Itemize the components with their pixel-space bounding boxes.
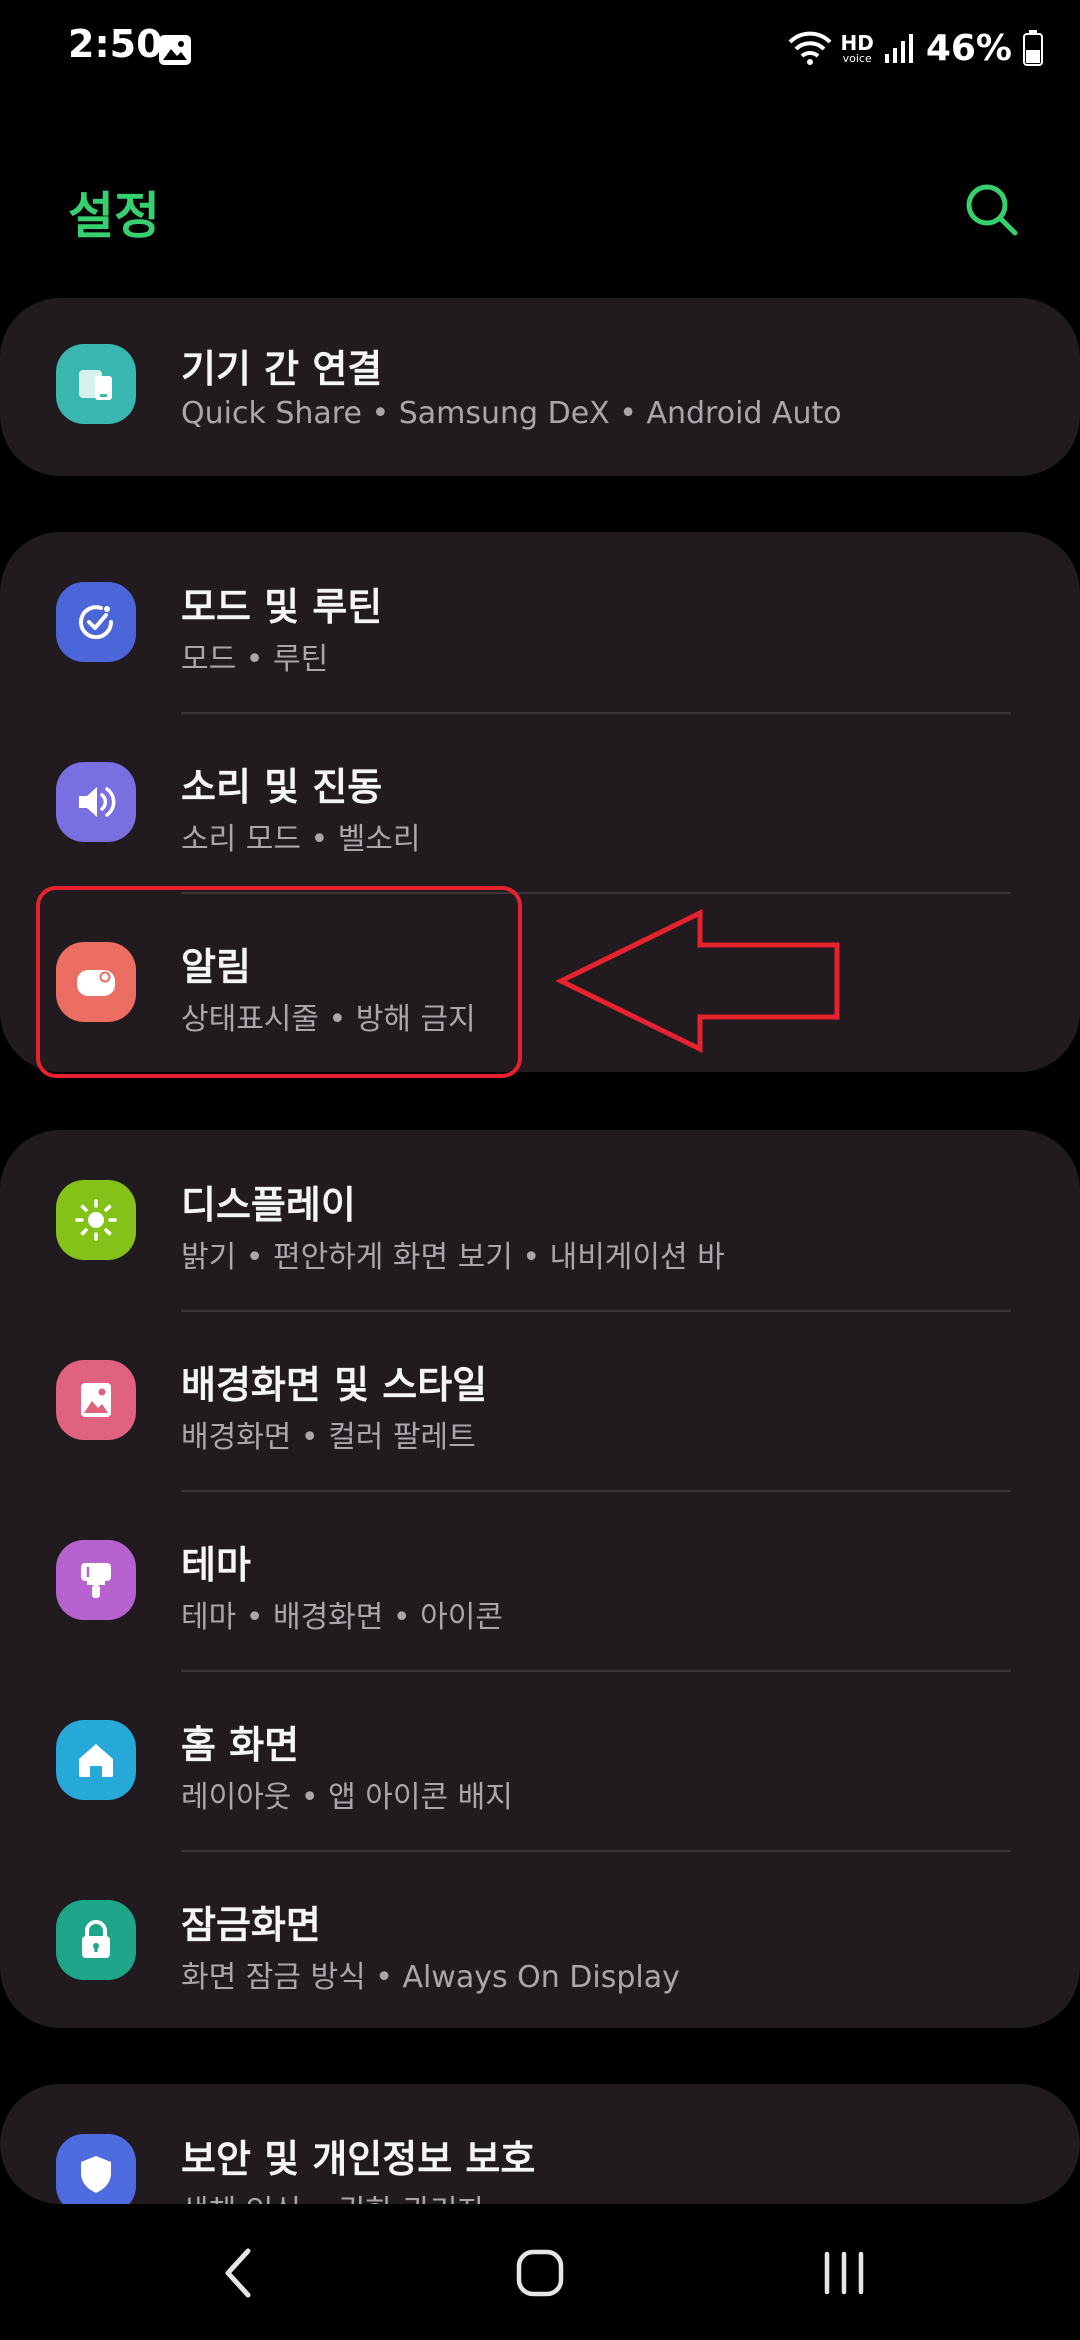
item-title: 배경화면 및 스타일 bbox=[181, 1363, 488, 1407]
settings-item-connected-devices[interactable]: 기기 간 연결 Quick Share • Samsung DeX • Andr… bbox=[0, 298, 1080, 476]
shield-icon bbox=[56, 2134, 136, 2204]
item-subtitle: 테마 • 배경화면 • 아이콘 bbox=[181, 1600, 503, 1635]
settings-item-sound[interactable]: 소리 및 진동 소리 모드 • 벨소리 bbox=[0, 712, 1080, 892]
item-title: 소리 및 진동 bbox=[181, 765, 383, 809]
battery-percent: 46% bbox=[925, 27, 1012, 69]
item-subtitle: 모드 • 루틴 bbox=[181, 642, 329, 677]
display-icon bbox=[56, 1180, 136, 1260]
sound-icon bbox=[56, 762, 136, 842]
navigation-bar bbox=[0, 2205, 1080, 2340]
settings-item-home-screen[interactable]: 홈 화면 레이아웃 • 앱 아이콘 배지 bbox=[0, 1670, 1080, 1850]
home-button[interactable] bbox=[460, 2205, 620, 2340]
voice-label: voice bbox=[842, 51, 872, 65]
red-arrow-icon bbox=[555, 908, 840, 1054]
recents-button[interactable] bbox=[764, 2205, 924, 2340]
gallery-icon bbox=[159, 35, 191, 65]
item-title: 보안 및 개인정보 보호 bbox=[181, 2137, 536, 2181]
item-title: 테마 bbox=[181, 1543, 251, 1587]
hd-voice-icon: HD voice bbox=[840, 33, 873, 64]
settings-item-modes-routines[interactable]: 모드 및 루틴 모드 • 루틴 bbox=[0, 532, 1080, 712]
settings-item-wallpaper[interactable]: 배경화면 및 스타일 배경화면 • 컬러 팔레트 bbox=[0, 1310, 1080, 1490]
search-button[interactable] bbox=[958, 176, 1028, 246]
item-subtitle: Quick Share • Samsung DeX • Android Auto bbox=[181, 396, 842, 431]
item-subtitle: 소리 모드 • 벨소리 bbox=[181, 822, 421, 857]
settings-item-lock-screen[interactable]: 잠금화면 화면 잠금 방식 • Always On Display bbox=[0, 1850, 1080, 2028]
item-subtitle: 화면 잠금 방식 • Always On Display bbox=[181, 1960, 680, 1995]
settings-card-display-personalization: 디스플레이 밝기 • 편안하게 화면 보기 • 내비게이션 바 배경화면 및 스… bbox=[0, 1130, 1080, 2028]
back-icon bbox=[225, 2248, 251, 2297]
status-bar: 2:50 HD voice 46% bbox=[0, 0, 1080, 96]
wifi-icon bbox=[789, 31, 832, 65]
signal-icon bbox=[884, 34, 913, 63]
home-icon bbox=[56, 1720, 136, 1800]
page-title: 설정 bbox=[68, 187, 160, 245]
highlight-box bbox=[36, 886, 522, 1078]
status-indicators: HD voice 46% bbox=[788, 26, 1044, 70]
back-button[interactable] bbox=[158, 2205, 318, 2340]
item-title: 디스플레이 bbox=[181, 1183, 356, 1227]
theme-icon bbox=[56, 1540, 136, 1620]
item-subtitle: 레이아웃 • 앱 아이콘 배지 bbox=[181, 1780, 513, 1815]
wallpaper-icon bbox=[56, 1360, 136, 1440]
settings-item-security-privacy[interactable]: 보안 및 개인정보 보호 생체 인식 • 권한 관리자 bbox=[0, 2084, 1080, 2204]
item-subtitle: 밝기 • 편안하게 화면 보기 • 내비게이션 바 bbox=[181, 1240, 725, 1275]
item-title: 홈 화면 bbox=[181, 1723, 300, 1767]
modes-routines-icon bbox=[56, 582, 136, 662]
item-title: 모드 및 루틴 bbox=[181, 585, 383, 629]
home-nav-icon bbox=[516, 2249, 564, 2296]
settings-item-theme[interactable]: 테마 테마 • 배경화면 • 아이콘 bbox=[0, 1490, 1080, 1670]
connected-devices-icon bbox=[56, 344, 136, 424]
item-title: 기기 간 연결 bbox=[181, 347, 383, 391]
recents-icon bbox=[824, 2251, 864, 2294]
item-subtitle: 배경화면 • 컬러 팔레트 bbox=[181, 1420, 476, 1455]
search-icon bbox=[966, 184, 1018, 236]
lock-icon bbox=[56, 1900, 136, 1980]
status-time: 2:50 bbox=[68, 22, 163, 66]
settings-card-security: 보안 및 개인정보 보호 생체 인식 • 권한 관리자 bbox=[0, 2084, 1080, 2204]
battery-icon bbox=[1023, 30, 1043, 66]
settings-card-connections: 기기 간 연결 Quick Share • Samsung DeX • Andr… bbox=[0, 298, 1080, 476]
item-subtitle: 생체 인식 • 권한 관리자 bbox=[181, 2186, 485, 2204]
item-title: 잠금화면 bbox=[181, 1903, 321, 1947]
hd-label: HD bbox=[840, 30, 874, 55]
settings-item-display[interactable]: 디스플레이 밝기 • 편안하게 화면 보기 • 내비게이션 바 bbox=[0, 1130, 1080, 1310]
